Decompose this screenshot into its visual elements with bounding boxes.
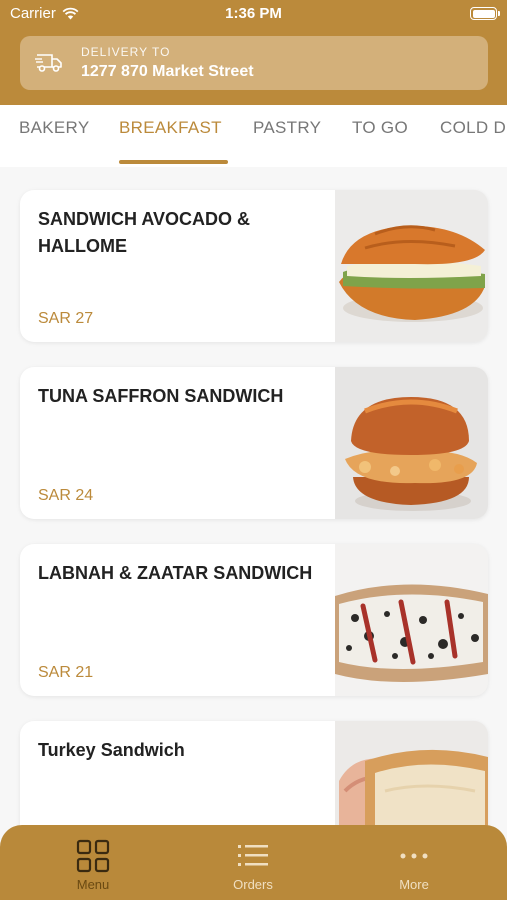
bottom-nav: Menu Orders More <box>0 825 507 900</box>
nav-menu-label: Menu <box>76 877 110 892</box>
product-price: SAR 21 <box>38 664 94 681</box>
battery-icon <box>470 7 500 20</box>
more-dots-icon <box>400 853 428 859</box>
delivery-address: 1277 870 Market Street <box>81 63 254 80</box>
product-card[interactable]: TUNA SAFFRON SANDWICH SAR 24 <box>20 367 488 519</box>
nav-orders[interactable]: Orders <box>203 839 303 892</box>
status-time: 1:36 PM <box>225 5 282 22</box>
delivery-text: DELIVERY TO 1277 870 Market Street <box>81 45 254 81</box>
active-tab-indicator <box>119 160 228 164</box>
tab-pastry[interactable]: PASTRY <box>253 118 321 138</box>
product-name: TUNA SAFFRON SANDWICH <box>38 386 284 406</box>
delivery-address-selector[interactable]: DELIVERY TO 1277 870 Market Street <box>20 36 488 90</box>
product-card[interactable]: SANDWICH AVOCADO & HALLOME SAR 27 <box>20 190 488 342</box>
product-name: LABNAH & ZAATAR SANDWICH <box>38 563 313 583</box>
nav-more-label: More <box>399 877 429 892</box>
product-image <box>335 367 488 519</box>
product-image <box>335 544 488 696</box>
product-name: SANDWICH AVOCADO & HALLOME <box>38 209 250 256</box>
app-header: Carrier 1:36 PM DELIVERY TO 1277 870 Mar… <box>0 0 507 105</box>
product-card[interactable]: Turkey Sandwich <box>20 721 488 827</box>
product-list: SANDWICH AVOCADO & HALLOME SAR 27 TUNA S… <box>0 167 507 827</box>
tab-to-go[interactable]: TO GO <box>352 118 408 138</box>
product-price: SAR 24 <box>38 487 94 504</box>
nav-more[interactable]: More <box>364 839 464 892</box>
grid-icon <box>76 839 110 873</box>
tab-bakery[interactable]: BAKERY <box>19 118 89 138</box>
delivery-truck-icon <box>35 54 62 72</box>
category-tabs: BAKERY BREAKFAST PASTRY TO GO COLD D <box>0 105 507 167</box>
product-image <box>335 721 488 827</box>
list-icon <box>238 845 268 866</box>
delivery-label: DELIVERY TO <box>81 45 171 59</box>
product-image <box>335 190 488 342</box>
tab-breakfast[interactable]: BREAKFAST <box>119 118 222 138</box>
tab-cold-drinks[interactable]: COLD D <box>440 118 506 138</box>
status-bar: Carrier 1:36 PM <box>0 0 507 28</box>
nav-menu[interactable]: Menu <box>43 839 143 892</box>
nav-orders-label: Orders <box>233 877 273 892</box>
product-name: Turkey Sandwich <box>38 740 185 760</box>
product-price: SAR 27 <box>38 310 94 327</box>
product-card[interactable]: LABNAH & ZAATAR SANDWICH SAR 21 <box>20 544 488 696</box>
